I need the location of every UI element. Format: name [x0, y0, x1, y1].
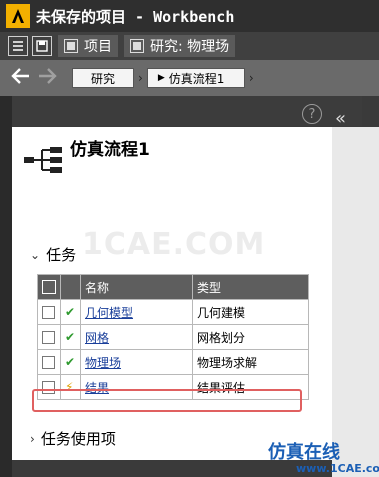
simulation-flow-panel: 仿真流程1 1CAE.COM ⌄ 任务 名称 类型 ✔ 几何模型 几何建模 ✔: [12, 127, 332, 460]
tasks-section-label: 任务: [46, 246, 77, 264]
table-row[interactable]: ✔ 物理场 物理场求解: [37, 349, 309, 375]
forward-arrow-icon[interactable]: [36, 66, 58, 91]
row-checkbox-cell: [37, 299, 61, 325]
tab-study-physics[interactable]: 研究: 物理场: [124, 35, 236, 57]
brand-name: 仿真在线: [268, 442, 340, 463]
navigation-bar: 研究 › ▶ 仿真流程1 ›: [0, 60, 379, 96]
type-cell: 几何建模: [192, 299, 309, 325]
chevron-down-icon: ⌄: [30, 247, 41, 262]
table-row[interactable]: ✔ 网格 网格划分: [37, 324, 309, 350]
checkmark-icon: ✔: [65, 305, 76, 319]
breadcrumb-study[interactable]: 研究: [72, 68, 134, 88]
row-checkbox[interactable]: [42, 331, 55, 344]
checkmark-icon: ✔: [65, 330, 76, 344]
breadcrumb-separator-icon: ›: [248, 71, 254, 85]
tab-project-label: 项目: [84, 39, 112, 55]
tab-bar: 项目 研究: 物理场: [0, 32, 379, 60]
tab-project[interactable]: 项目: [58, 35, 118, 57]
menu-icon[interactable]: [8, 36, 28, 56]
flow-tree-icon: [24, 145, 64, 179]
type-cell: 结果评估: [192, 374, 309, 400]
breadcrumb-separator-icon: ›: [138, 71, 143, 85]
task-link[interactable]: 网格: [85, 331, 109, 345]
task-link[interactable]: 物理场: [85, 356, 121, 370]
task-table: 名称 类型 ✔ 几何模型 几何建模 ✔ 网格 网格划分 ✔ 物理场 物理场求解: [37, 274, 309, 400]
table-header-row: 名称 类型: [37, 274, 309, 300]
study-icon: [130, 39, 144, 53]
type-header: 类型: [192, 274, 309, 300]
task-link[interactable]: 几何模型: [85, 306, 133, 320]
row-checkbox-cell: [37, 324, 61, 350]
tasks-section-header[interactable]: ⌄ 任务: [30, 244, 76, 265]
tab-study-label: 研究: 物理场: [150, 39, 230, 55]
type-cell: 物理场求解: [192, 349, 309, 375]
row-checkbox[interactable]: [42, 356, 55, 369]
status-header: [60, 274, 81, 300]
table-row[interactable]: ✔ 几何模型 几何建模: [37, 299, 309, 325]
chevron-right-icon: ›: [30, 431, 35, 446]
background-area: [332, 127, 379, 477]
name-cell: 网格: [80, 324, 193, 350]
lightning-icon: ⚡: [65, 380, 74, 394]
status-cell: ⚡: [60, 374, 81, 400]
select-all-checkbox[interactable]: [42, 280, 56, 295]
save-icon[interactable]: [32, 36, 52, 56]
name-cell: 几何模型: [80, 299, 193, 325]
watermark: 1CAE.COM: [82, 227, 266, 262]
name-cell: 结果: [80, 374, 193, 400]
breadcrumb-flow[interactable]: ▶ 仿真流程1: [146, 68, 245, 88]
row-checkbox[interactable]: [42, 381, 55, 394]
double-chevron-left-icon[interactable]: «: [335, 108, 346, 129]
left-gutter: [0, 96, 12, 477]
table-row[interactable]: ⚡ 结果 结果评估: [37, 374, 309, 400]
flow-title: 仿真流程1: [70, 140, 150, 160]
row-checkbox[interactable]: [42, 306, 55, 319]
name-header: 名称: [80, 274, 193, 300]
project-icon: [64, 39, 78, 53]
window-title: 未保存的项目 - Workbench: [36, 7, 235, 26]
name-cell: 物理场: [80, 349, 193, 375]
status-cell: ✔: [60, 299, 81, 325]
brand-site: www.1CAE.com: [296, 462, 379, 475]
title-bar: 未保存的项目 - Workbench: [0, 0, 379, 32]
task-usage-section-header[interactable]: › 任务使用项: [30, 428, 116, 449]
status-cell: ✔: [60, 349, 81, 375]
task-usage-section-label: 任务使用项: [40, 430, 116, 448]
caret-right-icon: ▶: [157, 73, 165, 83]
checkmark-icon: ✔: [65, 355, 76, 369]
row-checkbox-cell: [37, 349, 61, 375]
ansys-logo: [6, 4, 30, 28]
row-checkbox-cell: [37, 374, 61, 400]
status-cell: ✔: [60, 324, 81, 350]
select-all-cell[interactable]: [37, 274, 61, 300]
help-icon[interactable]: ?: [302, 104, 322, 124]
task-link[interactable]: 结果: [85, 381, 109, 395]
type-cell: 网格划分: [192, 324, 309, 350]
back-arrow-icon[interactable]: [10, 66, 32, 91]
breadcrumb-flow-label: 仿真流程1: [168, 71, 225, 86]
